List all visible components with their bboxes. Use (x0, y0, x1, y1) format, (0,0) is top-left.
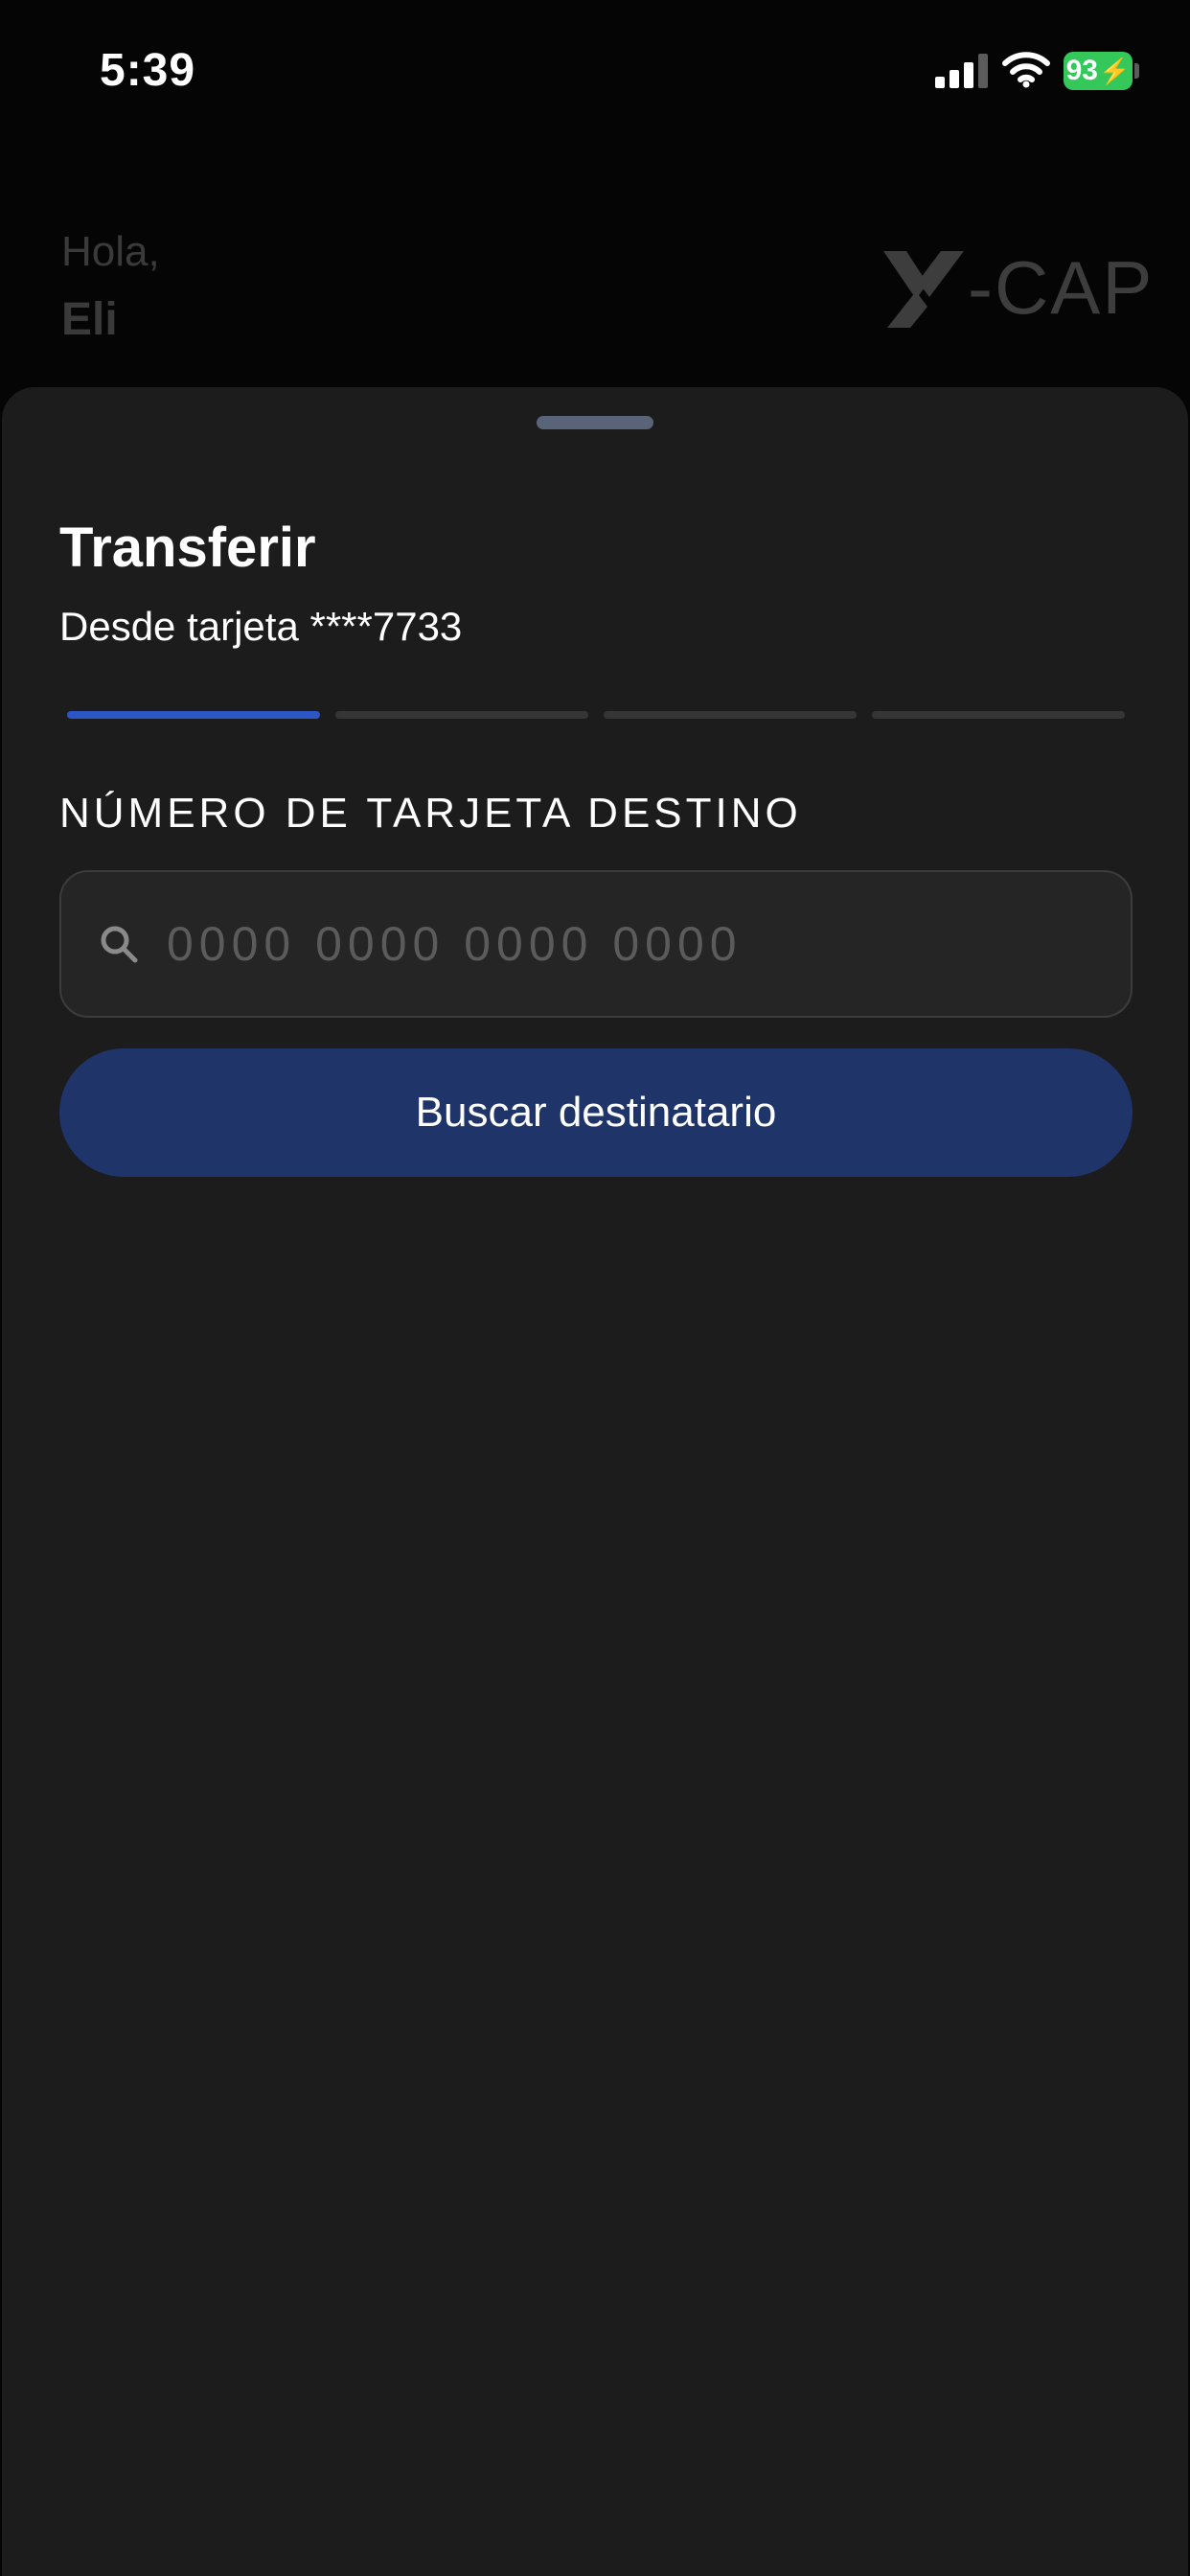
search-recipient-button[interactable]: Buscar destinatario (59, 1048, 1133, 1177)
x-logo-icon (883, 251, 964, 328)
brand-logo: -CAP (878, 242, 1154, 334)
transfer-screen: 5:39 93 ⚡ Hola, Eli -CAP Transferir Desd… (0, 0, 1190, 2576)
logo-text: -CAP (968, 244, 1155, 330)
search-icon (101, 926, 138, 963)
transfer-sheet: Transferir Desde tarjeta ****7733 NÚMERO… (2, 387, 1188, 2576)
source-card-label: Desde tarjeta ****7733 (59, 604, 463, 649)
signal-icon (935, 54, 988, 88)
status-bar: 5:39 93 ⚡ (0, 0, 1190, 144)
destination-card-label: NÚMERO DE TARJETA DESTINO (59, 790, 802, 837)
step-indicator-2 (335, 711, 588, 719)
bolt-icon: ⚡ (1099, 56, 1131, 85)
step-indicator-1 (67, 711, 320, 719)
greeting-text: Hola, (61, 228, 160, 275)
battery-level: 93 (1065, 55, 1098, 86)
step-indicator-3 (604, 711, 857, 719)
search-field[interactable] (59, 870, 1133, 1018)
battery-tip (1134, 63, 1139, 79)
status-time: 5:39 (100, 45, 196, 96)
sheet-grabber[interactable] (537, 416, 653, 429)
battery-icon: 93 ⚡ (1064, 52, 1133, 90)
wifi-icon (1002, 52, 1050, 88)
step-progress (67, 711, 1125, 719)
page-title: Transferir (59, 517, 316, 579)
card-number-input[interactable] (167, 872, 1102, 1016)
step-indicator-4 (872, 711, 1125, 719)
user-name: Eli (61, 294, 118, 345)
